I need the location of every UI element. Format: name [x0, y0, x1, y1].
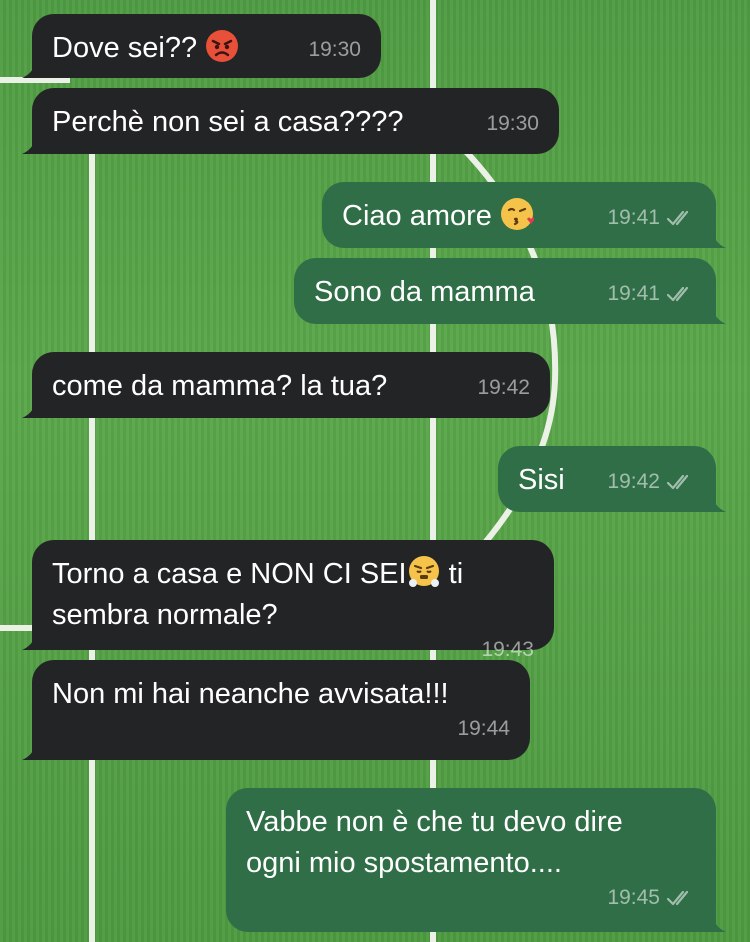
bubble-tail [22, 56, 44, 78]
message-bubble-outgoing[interactable]: Ciao amore 19:41 [322, 182, 726, 248]
message-meta: 19:30 [308, 38, 361, 62]
message-meta: 19:43 [70, 638, 534, 662]
message-meta: 19:30 [486, 112, 539, 136]
message-time: 19:44 [457, 717, 510, 740]
message-text: Perchè non sei a casa???? [52, 106, 404, 138]
message-meta: 19:42 [607, 470, 696, 494]
bubble-tail [704, 910, 726, 932]
bubble-tail [704, 226, 726, 248]
message-bubble-incoming[interactable]: Perchè non sei a casa???? 19:30 [22, 88, 559, 154]
message-time: 19:41 [607, 282, 660, 305]
message-bubble-outgoing[interactable]: Vabbe non è che tu devo dire ogni mio sp… [226, 788, 726, 932]
message-time: 19:45 [607, 886, 660, 909]
message-bubble-incoming[interactable]: Dove sei?? 19:30 [22, 14, 381, 78]
message-meta: 19:41 [607, 282, 696, 306]
message-text: Dove sei?? [52, 32, 206, 64]
message-bubble-outgoing[interactable]: Sono da mamma 19:41 [294, 258, 726, 324]
bubble-tail [22, 132, 44, 154]
kiss-face-icon [500, 198, 534, 230]
angry-face-icon [206, 30, 239, 62]
message-bubble-incoming[interactable]: come da mamma? la tua? 19:42 [22, 352, 550, 418]
double-tick-icon [666, 890, 689, 906]
message-text: Ciao amore [342, 200, 500, 232]
bubble-tail [704, 302, 726, 324]
message-time: 19:30 [486, 112, 539, 135]
message-text: Non mi hai neanche avvisata!!! [52, 678, 449, 710]
message-bubble-outgoing[interactable]: Sisi 19:42 [498, 446, 726, 512]
double-tick-icon [666, 286, 689, 302]
message-time: 19:30 [308, 38, 361, 61]
message-text: come da mamma? la tua? [52, 370, 388, 402]
message-time: 19:43 [481, 638, 534, 661]
chat-background: Dove sei?? 19:30 Perchè non sei a casa??… [0, 0, 750, 942]
bubble-tail [704, 490, 726, 512]
message-meta: 19:41 [607, 206, 696, 230]
message-time: 19:42 [477, 376, 530, 399]
message-time: 19:42 [607, 470, 660, 493]
message-meta: 19:42 [477, 376, 530, 400]
bubble-tail [22, 396, 44, 418]
message-text: Sono da mamma [314, 276, 535, 308]
message-text: Sisi [518, 464, 565, 496]
message-bubble-incoming[interactable]: Non mi hai neanche avvisata!!! 19:44 [22, 660, 530, 760]
double-tick-icon [666, 474, 689, 490]
huffing-face-icon [408, 556, 439, 587]
message-meta: 19:44 [70, 717, 510, 741]
message-text: Vabbe non è che tu devo dire ogni mio sp… [246, 806, 623, 879]
message-meta: 19:45 [264, 886, 696, 910]
double-tick-icon [666, 210, 689, 226]
bubble-tail [22, 628, 44, 650]
message-bubble-incoming[interactable]: Torno a casa e NON CI SEI ti sembra norm… [22, 540, 554, 661]
bubble-tail [22, 738, 44, 760]
message-time: 19:41 [607, 206, 660, 229]
message-text: Torno a casa e NON CI SEI ti sembra norm… [52, 556, 463, 631]
